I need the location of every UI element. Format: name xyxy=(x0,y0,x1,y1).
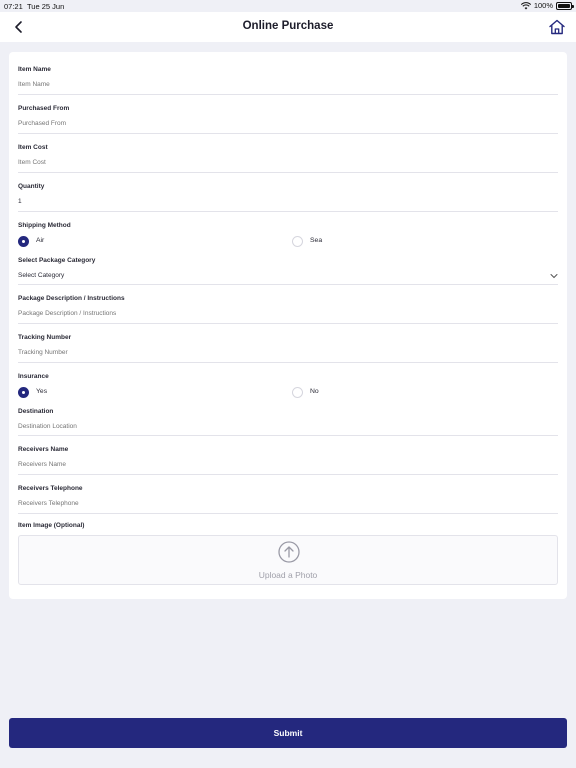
item-cost-label: Item Cost xyxy=(18,144,48,151)
insurance-label: Insurance xyxy=(18,373,49,380)
arrow-up-circle-icon xyxy=(278,541,300,563)
shipping-method-label: Shipping Method xyxy=(18,222,71,229)
destination-field: Destination xyxy=(18,408,558,436)
destination-input[interactable] xyxy=(18,423,558,430)
insurance-no-radio[interactable] xyxy=(292,387,303,398)
package-description-input[interactable] xyxy=(18,310,558,317)
item-name-field: Item Name xyxy=(18,66,558,95)
package-category-field[interactable]: Select Package Category Select Category xyxy=(18,257,558,285)
form-card: Item Name Purchased From Item Cost Quant… xyxy=(9,52,567,599)
purchased-from-label: Purchased From xyxy=(18,105,70,112)
package-category-label: Select Package Category xyxy=(18,257,96,264)
battery-icon xyxy=(556,1,574,10)
receivers-name-label: Receivers Name xyxy=(18,446,69,453)
tracking-number-label: Tracking Number xyxy=(18,334,72,341)
submit-button[interactable]: Submit xyxy=(9,718,567,748)
package-description-field: Package Description / Instructions xyxy=(18,295,558,324)
shipping-air-label: Air xyxy=(36,237,45,244)
item-image-label: Item Image (Optional) xyxy=(18,522,85,529)
destination-label: Destination xyxy=(18,408,54,415)
tracking-number-field: Tracking Number xyxy=(18,334,558,363)
status-indicators: 100% xyxy=(520,1,574,10)
navigation-bar: Online Purchase xyxy=(0,12,576,42)
package-category-select[interactable]: Select Category xyxy=(18,272,558,279)
purchased-from-input[interactable] xyxy=(18,120,558,127)
wifi-icon xyxy=(520,1,531,9)
receivers-name-input[interactable] xyxy=(18,461,558,468)
quantity-label: Quantity xyxy=(18,183,45,190)
item-name-input[interactable] xyxy=(18,81,558,88)
quantity-input[interactable] xyxy=(18,198,558,205)
status-time: 07:21 xyxy=(4,2,23,11)
package-description-label: Package Description / Instructions xyxy=(18,295,125,302)
item-cost-input[interactable] xyxy=(18,159,558,166)
purchased-from-field: Purchased From xyxy=(18,105,558,134)
item-cost-field: Item Cost xyxy=(18,144,558,173)
status-bar: 07:21 Tue 25 Jun 100% xyxy=(0,0,576,12)
quantity-field: Quantity xyxy=(18,183,558,212)
tracking-number-input[interactable] xyxy=(18,349,558,356)
receivers-telephone-label: Receivers Telephone xyxy=(18,485,83,492)
shipping-air-radio[interactable] xyxy=(18,236,29,247)
shipping-sea-radio[interactable] xyxy=(292,236,303,247)
receivers-name-field: Receivers Name xyxy=(18,446,558,475)
insurance-yes-label: Yes xyxy=(36,388,48,395)
insurance-no-label: No xyxy=(310,388,319,395)
status-date: Tue 25 Jun xyxy=(27,2,65,11)
battery-percent: 100% xyxy=(533,1,553,10)
receivers-telephone-input[interactable] xyxy=(18,500,558,507)
upload-photo-text: Upload a Photo xyxy=(258,570,318,580)
chevron-down-icon[interactable] xyxy=(550,273,558,279)
home-icon[interactable] xyxy=(548,18,566,36)
insurance-yes-radio[interactable] xyxy=(18,387,29,398)
upload-photo-box[interactable]: Upload a Photo xyxy=(18,535,558,585)
shipping-sea-label: Sea xyxy=(310,237,323,244)
item-name-label: Item Name xyxy=(18,66,51,73)
page-title: Online Purchase xyxy=(242,20,334,32)
receivers-telephone-field: Receivers Telephone xyxy=(18,485,558,514)
